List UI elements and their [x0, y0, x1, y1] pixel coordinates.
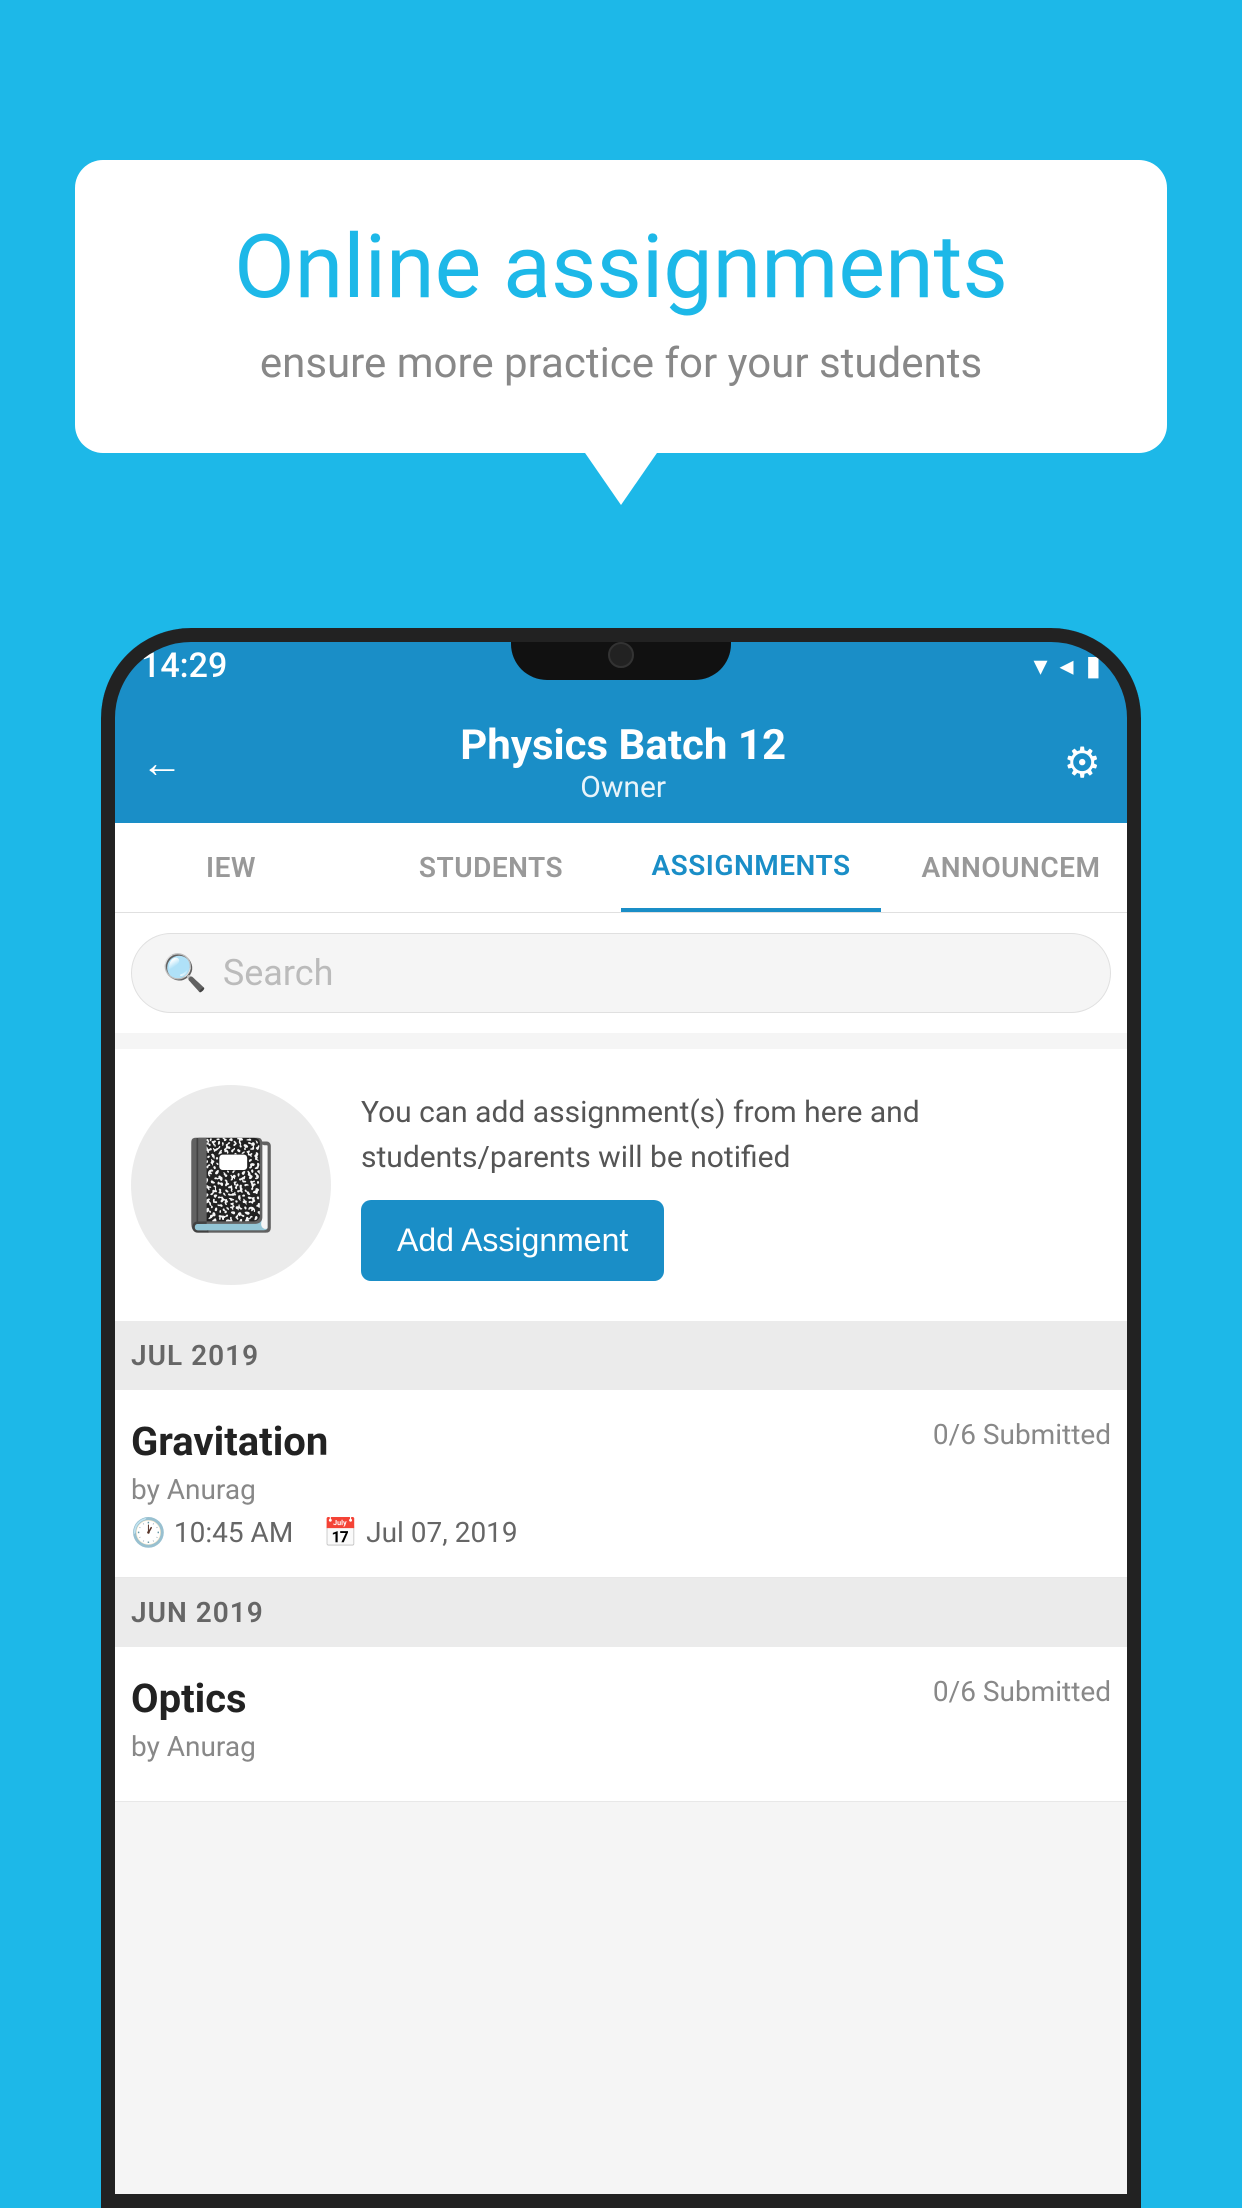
promo-icon-circle: 📓 [131, 1085, 331, 1285]
header-title-block: Physics Batch 12 Owner [183, 721, 1063, 805]
assignment-top-optics: Optics 0/6 Submitted [131, 1675, 1111, 1722]
promo-description: You can add assignment(s) from here and … [361, 1090, 1111, 1180]
back-button[interactable]: ← [141, 739, 183, 788]
bubble-title: Online assignments [145, 220, 1097, 317]
assignment-item-optics[interactable]: Optics 0/6 Submitted by Anurag [101, 1647, 1141, 1802]
header-subtitle: Owner [183, 770, 1063, 805]
app-header: ← Physics Batch 12 Owner ⚙ [101, 703, 1141, 823]
tabs-bar: IEW STUDENTS ASSIGNMENTS ANNOUNCEM [101, 823, 1141, 913]
status-icons: ▾ ◂ ▮ [1033, 649, 1101, 682]
calendar-icon: 📅 [323, 1516, 358, 1549]
notebook-icon: 📓 [175, 1133, 287, 1238]
assignment-time-meta: 🕐 10:45 AM [131, 1516, 293, 1549]
tab-announcements[interactable]: ANNOUNCEM [881, 823, 1141, 912]
assignment-item-gravitation[interactable]: Gravitation 0/6 Submitted by Anurag 🕐 10… [101, 1390, 1141, 1578]
assignment-by-optics: by Anurag [131, 1730, 1111, 1763]
signal-icon: ◂ [1060, 649, 1074, 682]
speech-bubble: Online assignments ensure more practice … [75, 160, 1167, 453]
add-assignment-button[interactable]: Add Assignment [361, 1200, 664, 1281]
assignment-title: Gravitation [131, 1418, 328, 1465]
speech-bubble-container: Online assignments ensure more practice … [75, 160, 1167, 453]
tab-assignments[interactable]: ASSIGNMENTS [621, 823, 881, 912]
search-icon: 🔍 [162, 952, 207, 994]
assignment-by: by Anurag [131, 1473, 1111, 1506]
assignment-date: Jul 07, 2019 [366, 1516, 518, 1549]
phone-notch [511, 628, 731, 680]
battery-icon: ▮ [1086, 649, 1101, 682]
assignment-top: Gravitation 0/6 Submitted [131, 1418, 1111, 1465]
assignment-date-meta: 📅 Jul 07, 2019 [323, 1516, 517, 1549]
assignment-meta: 🕐 10:45 AM 📅 Jul 07, 2019 [131, 1516, 1111, 1549]
assignment-title-optics: Optics [131, 1675, 247, 1722]
assignment-status-optics: 0/6 Submitted [933, 1675, 1111, 1708]
promo-content: You can add assignment(s) from here and … [361, 1090, 1111, 1281]
tab-students[interactable]: STUDENTS [361, 823, 621, 912]
phone-frame: 14:29 ▾ ◂ ▮ ← Physics Batch 12 Owner ⚙ I… [101, 628, 1141, 2208]
section-header-jul: JUL 2019 [101, 1321, 1141, 1390]
clock-icon: 🕐 [131, 1516, 166, 1549]
search-placeholder: Search [223, 952, 334, 994]
wifi-icon: ▾ [1033, 649, 1047, 682]
header-title: Physics Batch 12 [183, 721, 1063, 770]
status-time: 14:29 [141, 646, 227, 686]
assignment-time: 10:45 AM [174, 1516, 293, 1549]
bubble-subtitle: ensure more practice for your students [145, 339, 1097, 388]
promo-section: 📓 You can add assignment(s) from here an… [101, 1049, 1141, 1321]
assignment-status: 0/6 Submitted [933, 1418, 1111, 1451]
section-header-jun: JUN 2019 [101, 1578, 1141, 1647]
settings-button[interactable]: ⚙ [1063, 738, 1101, 788]
tab-iew[interactable]: IEW [101, 823, 361, 912]
search-box[interactable]: 🔍 Search [131, 933, 1111, 1013]
search-container: 🔍 Search [101, 913, 1141, 1033]
phone-screen: IEW STUDENTS ASSIGNMENTS ANNOUNCEM 🔍 Sea… [101, 823, 1141, 2208]
camera-notch [608, 642, 634, 668]
